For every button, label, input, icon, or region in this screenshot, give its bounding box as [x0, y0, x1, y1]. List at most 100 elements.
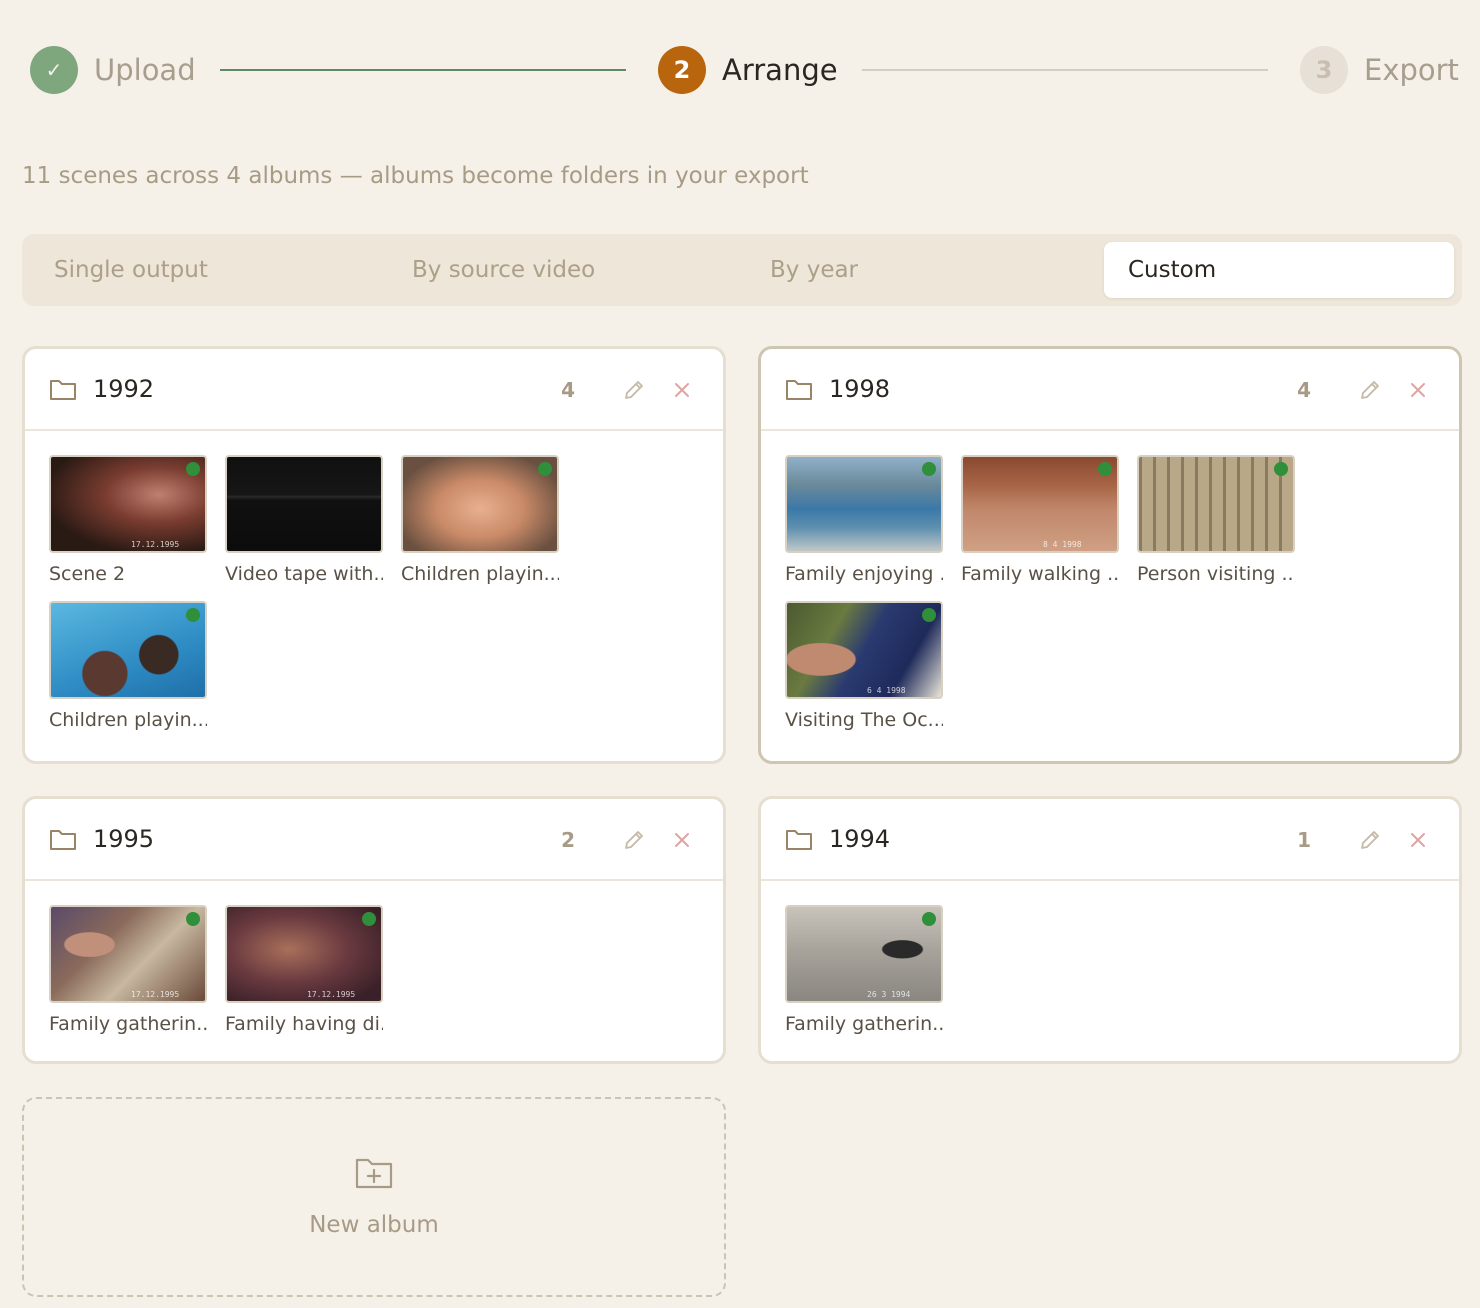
status-dot	[922, 608, 936, 622]
status-dot	[186, 912, 200, 926]
scene-tile[interactable]: 17.12.1995 Scene 2	[49, 455, 207, 585]
album-name[interactable]: 1995	[93, 825, 154, 853]
scene-grid: 26 3 1994 Family gatherin...	[761, 881, 1459, 1035]
thumbnail-zoo	[1137, 455, 1295, 553]
grouping-option-custom[interactable]: Custom	[1104, 242, 1454, 298]
folder-icon	[785, 827, 813, 851]
grouping-option-by-source-video[interactable]: By source video	[388, 242, 738, 298]
scene-tile[interactable]: Video tape with...	[225, 455, 383, 585]
close-icon[interactable]	[1405, 827, 1431, 853]
close-icon[interactable]	[669, 827, 695, 853]
scene-label: Family enjoying ...	[785, 563, 943, 585]
scene-label: Family gatherin...	[785, 1013, 943, 1035]
album-name[interactable]: 1998	[829, 375, 890, 403]
scene-tile[interactable]: 17.12.1995 Family having di...	[225, 905, 383, 1035]
scene-tile[interactable]: 17.12.1995 Family gatherin...	[49, 905, 207, 1035]
step-arrange[interactable]: 2 Arrange	[658, 46, 838, 94]
album-card[interactable]: 1995 2 17.12.1995 Family gatherin... 17.…	[22, 796, 726, 1064]
album-name[interactable]: 1994	[829, 825, 890, 853]
thumbnail-blur: 17.12.1995	[225, 905, 383, 1003]
album-header: 1998 4	[761, 349, 1459, 431]
thumbnail-kitchen: 26 3 1994	[785, 905, 943, 1003]
album-card[interactable]: 1998 4 Family enjoying ... 8 4 1998 Fami…	[758, 346, 1462, 764]
scene-tile[interactable]: 26 3 1994 Family gatherin...	[785, 905, 943, 1035]
pencil-icon[interactable]	[1357, 377, 1383, 403]
close-icon[interactable]	[669, 377, 695, 403]
scene-tile[interactable]: 8 4 1998 Family walking ...	[961, 455, 1119, 585]
scene-label: Scene 2	[49, 563, 126, 585]
scene-tile[interactable]: Person visiting ...	[1137, 455, 1295, 585]
status-dot	[186, 608, 200, 622]
status-dot	[538, 462, 552, 476]
step-label: Upload	[94, 53, 196, 87]
scene-grid: 17.12.1995 Scene 2 Video tape with... Ch…	[25, 431, 723, 731]
album-card[interactable]: 1994 1 26 3 1994 Family gatherin...	[758, 796, 1462, 1064]
album-actions: 1	[1297, 799, 1431, 881]
thumbnail-oceanarium: 6 4 1998	[785, 601, 943, 699]
thumbnail-party: 17.12.1995	[49, 455, 207, 553]
timestamp-overlay: 6 4 1998	[867, 686, 906, 695]
album-name[interactable]: 1992	[93, 375, 154, 403]
timestamp-overlay: 8 4 1998	[1043, 540, 1082, 549]
step-connector-pending	[862, 69, 1268, 71]
scene-tile[interactable]: Children playin...	[401, 455, 559, 585]
scene-tile[interactable]: 6 4 1998 Visiting The Oc...	[785, 601, 943, 731]
scene-grid: Family enjoying ... 8 4 1998 Family walk…	[761, 431, 1459, 731]
scene-label: Visiting The Oc...	[785, 709, 943, 731]
check-icon: ✓	[30, 46, 78, 94]
thumbnail-dinner: 17.12.1995	[49, 905, 207, 1003]
scene-label: Family having di...	[225, 1013, 383, 1035]
pencil-icon[interactable]	[1357, 827, 1383, 853]
album-scene-count: 4	[561, 378, 575, 402]
new-album-label: New album	[309, 1212, 439, 1238]
scene-label: Video tape with...	[225, 563, 383, 585]
scene-label: Person visiting ...	[1137, 563, 1295, 585]
pencil-icon[interactable]	[621, 377, 647, 403]
thumbnail-child-face	[401, 455, 559, 553]
step-connector-done	[220, 69, 626, 71]
timestamp-overlay: 26 3 1994	[867, 990, 911, 999]
step-upload[interactable]: ✓ Upload	[30, 46, 196, 94]
timestamp-overlay: 17.12.1995	[131, 540, 180, 549]
album-actions: 4	[561, 349, 695, 431]
scene-label: Family gatherin...	[49, 1013, 207, 1035]
scene-tile[interactable]: Children playin...	[49, 601, 207, 731]
step-number: 2	[658, 46, 706, 94]
album-actions: 4	[1297, 349, 1431, 431]
scene-tile[interactable]: Family enjoying ...	[785, 455, 943, 585]
thumbnail-desert: 8 4 1998	[961, 455, 1119, 553]
step-number: 3	[1300, 46, 1348, 94]
status-dot	[1274, 462, 1288, 476]
album-card[interactable]: 1992 4 17.12.1995 Scene 2 Video tape wit…	[22, 346, 726, 764]
status-dot	[922, 462, 936, 476]
new-album-button[interactable]: New album	[22, 1097, 726, 1297]
close-icon[interactable]	[1405, 377, 1431, 403]
folder-icon	[49, 377, 77, 401]
folder-plus-icon	[355, 1156, 393, 1194]
step-export[interactable]: 3 Export	[1300, 46, 1459, 94]
grouping-option-by-year[interactable]: By year	[746, 242, 1096, 298]
thumbnail-pool	[49, 601, 207, 699]
thumbnail-beach	[785, 455, 943, 553]
stepper: ✓ Upload 2 Arrange 3 Export	[30, 46, 1459, 94]
scene-label: Children playin...	[401, 563, 559, 585]
scene-grid: 17.12.1995 Family gatherin... 17.12.1995…	[25, 881, 723, 1035]
timestamp-overlay: 17.12.1995	[131, 990, 180, 999]
album-header: 1995 2	[25, 799, 723, 881]
status-dot	[922, 912, 936, 926]
folder-icon	[49, 827, 77, 851]
status-dot	[186, 462, 200, 476]
status-dot	[362, 912, 376, 926]
album-scene-count: 1	[1297, 828, 1311, 852]
scene-label: Children playin...	[49, 709, 207, 731]
step-label: Export	[1364, 53, 1459, 87]
step-label: Arrange	[722, 53, 838, 87]
grouping-option-single-output[interactable]: Single output	[30, 242, 380, 298]
pencil-icon[interactable]	[621, 827, 647, 853]
folder-icon	[785, 377, 813, 401]
album-actions: 2	[561, 799, 695, 881]
status-dot	[1098, 462, 1112, 476]
album-scene-count: 2	[561, 828, 575, 852]
album-header: 1994 1	[761, 799, 1459, 881]
album-scene-count: 4	[1297, 378, 1311, 402]
